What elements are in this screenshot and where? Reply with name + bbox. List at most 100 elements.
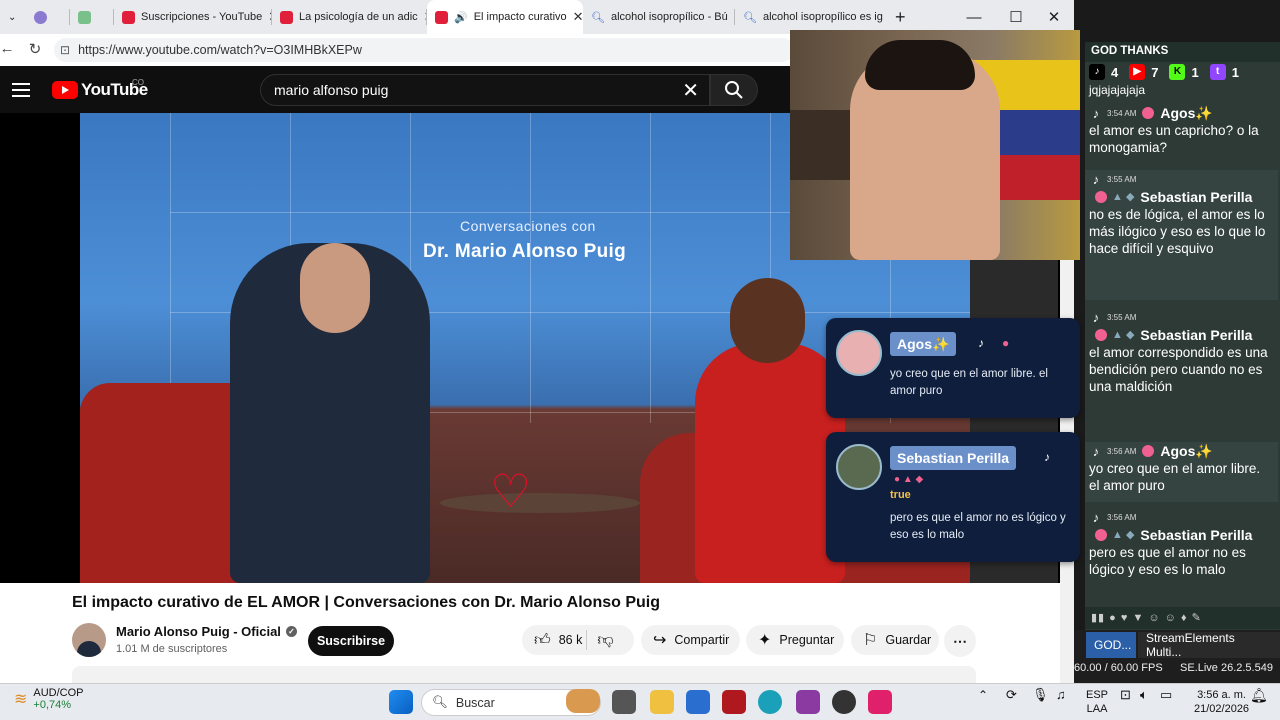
tab-impacto-curativo[interactable]: 🔊 El impacto curativo ✕: [427, 0, 583, 34]
kick-icon: K: [1169, 64, 1186, 80]
search-value: mario alfonso puig: [274, 82, 389, 98]
tab-alcohol-2[interactable]: 🔍︎alcohol isopropílico es ig✕: [735, 0, 887, 34]
overlay-message: yo creo que en el amor libre. el amor pu…: [890, 368, 1048, 397]
search-input[interactable]: mario alfonso puig ✕: [260, 74, 710, 106]
youtube-favicon-icon: [435, 10, 448, 24]
chat-emote-bar[interactable]: ▮▮ ● ♥ ▼ ☺ ☺ ♦ ✎: [1085, 607, 1280, 629]
overlay-tag: true: [890, 489, 911, 501]
subscriber-count: 1.01 M de suscriptores: [116, 643, 228, 655]
youtube-logo[interactable]: YouTube CO: [52, 78, 148, 100]
speaker-icon[interactable]: 🔊: [454, 11, 468, 24]
close-tab-icon[interactable]: ✕: [728, 9, 735, 25]
chat-message-text: yo creo que en el amor libre. el amor pu…: [1089, 461, 1261, 493]
share-icon: ↪: [653, 632, 667, 649]
battery-icon[interactable]: ▭: [1160, 688, 1172, 702]
webcam-overlay: [790, 30, 1080, 260]
woman-figure: [695, 343, 845, 583]
stock-widget[interactable]: ≋ AUD/COP +0,74%: [14, 687, 84, 711]
notifications-icon[interactable]: 🔔︎: [1250, 688, 1268, 702]
share-button[interactable]: ↪ Compartir: [641, 625, 740, 655]
more-actions-button[interactable]: ⋯: [944, 625, 976, 657]
ticker-symbol: AUD/COP: [33, 687, 84, 699]
like-count[interactable]: 86 k: [559, 633, 583, 647]
microphone-icon[interactable]: 🎙︎: [1032, 688, 1049, 702]
chat-message: ♪ 3:55 AM ▲ ◆ Sebastian Perilla el amor co…: [1085, 308, 1278, 440]
ask-button[interactable]: ✦ Preguntar: [746, 625, 844, 655]
like-icon[interactable]: 👍︎: [534, 631, 551, 650]
tiktok-icon: ♪: [1092, 172, 1100, 187]
tab-label: alcohol isopropílico - Bú: [610, 11, 728, 23]
cat-widget-icon[interactable]: [566, 689, 600, 713]
video-overlay-subtitle: Conversaciones con: [460, 218, 596, 234]
tab-psicologia[interactable]: La psicología de un adic✕: [272, 0, 427, 34]
dislike-icon[interactable]: 👎︎: [597, 631, 613, 650]
task-view-icon[interactable]: [612, 690, 636, 714]
youtube-favicon-icon: [280, 10, 293, 24]
tiktok-icon: ♪: [978, 336, 984, 350]
minimize-button[interactable]: —: [954, 0, 994, 34]
tiktok-icon: ♪: [1092, 444, 1100, 459]
badge-icon: [1095, 529, 1107, 541]
close-tab-icon[interactable]: ✕: [567, 9, 583, 25]
url-field[interactable]: ⊡ https://www.youtube.com/watch?v=O3IMHB…: [54, 38, 794, 62]
tab-pinned-1[interactable]: [26, 0, 70, 34]
volume-icon[interactable]: 🔈︎: [1140, 688, 1148, 702]
tab-alcohol-1[interactable]: 🔍︎ alcohol isopropílico - Bú✕: [583, 0, 735, 34]
tiktok-live-icon[interactable]: [868, 690, 892, 714]
close-window-button[interactable]: ✕: [1034, 0, 1074, 34]
reload-icon[interactable]: ↻: [20, 40, 50, 58]
headset-icon[interactable]: ♫: [1056, 688, 1066, 702]
edge-icon[interactable]: [758, 690, 782, 714]
description-box[interactable]: [72, 666, 976, 683]
overlay-chat-bubble: Agos✨ ♪ ● yo creo que en el amor libre. …: [826, 318, 1080, 418]
chat-message-text: el amor es un capricho? o la monogamia?: [1089, 123, 1259, 155]
tray-chevron-icon[interactable]: ⌃: [978, 688, 988, 702]
obs-tab-streamelements[interactable]: StreamElements Multi...: [1138, 631, 1280, 659]
verified-icon: ✓: [285, 626, 297, 637]
twitch-icon: t: [1209, 64, 1226, 80]
maximize-button[interactable]: ☐: [996, 0, 1036, 34]
close-tab-icon[interactable]: ✕: [418, 9, 427, 25]
back-arrow-icon[interactable]: ←: [0, 40, 22, 57]
obs-tab-god[interactable]: GOD...: [1086, 632, 1136, 658]
channel-name[interactable]: Mario Alonso Puig - Oficial ✓: [116, 624, 297, 639]
tab-suscripciones[interactable]: Suscripciones - YouTube✕: [114, 0, 272, 34]
tab-label: alcohol isopropílico es ig: [762, 11, 883, 23]
clock[interactable]: 3:56 a. m. 21/02/2026: [1194, 688, 1249, 716]
close-tab-icon[interactable]: ✕: [262, 9, 272, 25]
badge-icon: ▲ ◆: [1112, 328, 1135, 341]
badge-icon: [1095, 191, 1107, 203]
tab-pinned-2[interactable]: [70, 0, 114, 34]
overlay-username: Agos✨: [890, 332, 957, 356]
tab-favicon: [34, 10, 47, 24]
sync-icon[interactable]: ⟳: [1006, 688, 1017, 702]
tiktok-icon: ♪: [1092, 510, 1100, 525]
badge-icon: ▲ ◆: [1112, 190, 1135, 203]
file-explorer-icon[interactable]: [650, 690, 674, 714]
fps-readout: 60.00 / 60.00 FPS: [1074, 662, 1163, 674]
tab-list-button[interactable]: ⌄: [0, 0, 26, 34]
badge-icons: ● ▲ ◆: [894, 474, 924, 485]
store-icon[interactable]: [686, 690, 710, 714]
new-tab-button[interactable]: +: [887, 0, 917, 34]
app-icon[interactable]: [722, 690, 746, 714]
windows-start-icon[interactable]: [389, 690, 413, 714]
app-icon[interactable]: [796, 690, 820, 714]
url-text: https://www.youtube.com/watch?v=O3IMHBkX…: [78, 43, 362, 57]
save-button[interactable]: ⚐ Guardar: [851, 625, 939, 655]
avatar: [836, 330, 882, 376]
site-info-icon[interactable]: ⊡: [60, 43, 70, 57]
clear-search-icon[interactable]: ✕: [682, 78, 699, 103]
chat-message: ♪ 3:56 AM Agos✨ yo creo que en el amor lib…: [1085, 442, 1278, 502]
network-icon[interactable]: ⊡: [1120, 688, 1131, 702]
obs-icon[interactable]: [832, 690, 856, 714]
menu-icon[interactable]: [12, 80, 30, 100]
overlay-message: pero es que el amor no es lógico y eso e…: [890, 512, 1066, 541]
channel-avatar[interactable]: [72, 623, 106, 657]
tiktok-icon: ♪: [1089, 64, 1105, 80]
search-button[interactable]: [710, 74, 758, 106]
language-indicator[interactable]: ESP LAA: [1086, 688, 1108, 716]
chat-message: ♪ 3:56 AM ▲ ◆ Sebastian Perilla pero es qu…: [1085, 508, 1278, 606]
tab-label: Suscripciones - YouTube: [141, 11, 263, 23]
subscribe-button[interactable]: Suscribirse: [308, 626, 394, 656]
